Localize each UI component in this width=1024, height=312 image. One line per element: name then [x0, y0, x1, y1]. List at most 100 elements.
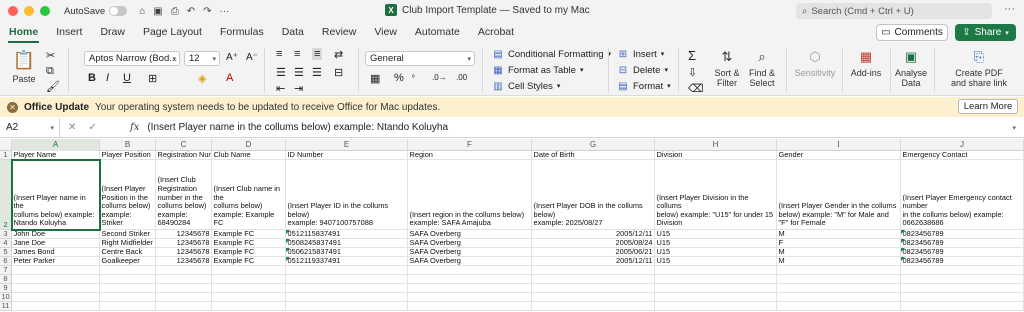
empty-cell[interactable] [408, 266, 532, 275]
decrease-font-icon[interactable]: A⁻ [246, 52, 258, 63]
font-name-select[interactable]: Aptos Narrow (Bod... ▾ [84, 51, 180, 66]
close-window-button[interactable] [8, 6, 18, 16]
empty-cell[interactable] [212, 293, 286, 302]
align-bottom-icon[interactable]: ≡ [312, 48, 323, 60]
column-header-a[interactable]: A [12, 139, 100, 151]
underline-button[interactable]: U [123, 72, 131, 84]
empty-cell[interactable] [777, 284, 901, 293]
empty-cell[interactable] [777, 275, 901, 284]
empty-cell[interactable] [12, 293, 100, 302]
data-cell[interactable]: 12345678 [156, 248, 212, 257]
data-cell[interactable]: Right Midfielder [100, 239, 156, 248]
empty-cell[interactable] [655, 284, 777, 293]
data-cell[interactable]: 2005/08/24 [532, 239, 655, 248]
sort-filter-button[interactable]: ⇅ Sort & Filter [712, 48, 742, 88]
data-cell[interactable]: Example FC [212, 248, 286, 257]
empty-cell[interactable] [901, 284, 1024, 293]
find-select-button[interactable]: ⌕ Find & Select [746, 48, 778, 88]
empty-cell[interactable] [901, 275, 1024, 284]
zoom-window-button[interactable] [40, 6, 50, 16]
align-top-icon[interactable]: ≡ [276, 48, 282, 60]
instruction-cell[interactable]: (Insert region in the collums below) exam… [408, 160, 532, 230]
data-cell[interactable]: U15 [655, 248, 777, 257]
cell-styles-button[interactable]: ▥ Cell Styles ▾ [492, 80, 560, 92]
align-left-icon[interactable]: ☰ [276, 66, 286, 79]
name-box[interactable]: A2 ▾ [0, 117, 60, 138]
data-cell[interactable]: Example FC [212, 239, 286, 248]
empty-cell[interactable] [156, 275, 212, 284]
empty-cell[interactable] [12, 302, 100, 311]
empty-cell[interactable] [655, 275, 777, 284]
empty-cell[interactable] [408, 284, 532, 293]
tab-automate[interactable]: Automate [406, 22, 469, 44]
undo-icon[interactable]: ↶ [187, 6, 195, 17]
instruction-cell[interactable]: (Insert Player Division in the collums be… [655, 160, 777, 230]
column-header-i[interactable]: I [777, 139, 901, 151]
empty-cell[interactable] [100, 266, 156, 275]
italic-button[interactable]: I [106, 72, 109, 84]
decrease-indent-icon[interactable]: ⇤ [276, 82, 285, 95]
instruction-cell[interactable]: (Insert Player Position in the collums bel… [100, 160, 156, 230]
empty-cell[interactable] [532, 293, 655, 302]
data-cell[interactable]: 0823456789 [901, 248, 1024, 257]
function-icon[interactable]: fx [130, 122, 139, 133]
column-header-c[interactable]: C [156, 139, 212, 151]
instruction-cell[interactable]: (Insert Club name in the collums below) ex… [212, 160, 286, 230]
data-cell[interactable]: M [777, 230, 901, 239]
empty-cell[interactable] [286, 284, 408, 293]
wrap-text-icon[interactable]: ⇄ [334, 48, 343, 61]
data-cell[interactable]: Jane Doe [12, 239, 100, 248]
share-button[interactable]: ⇪ Share ▾ [955, 24, 1016, 41]
format-cells-button[interactable]: ▤ Format ▾ [617, 80, 670, 92]
confirm-icon[interactable]: ✓ [88, 122, 96, 133]
cancel-icon[interactable]: ✕ [68, 122, 76, 133]
align-middle-icon[interactable]: ≡ [294, 48, 300, 60]
data-cell[interactable]: 12345678 [156, 257, 212, 266]
paste-button[interactable]: 📋 Paste [10, 48, 38, 84]
minimize-window-button[interactable] [24, 6, 34, 16]
empty-cell[interactable] [12, 284, 100, 293]
data-cell[interactable]: James Bond [12, 248, 100, 257]
empty-cell[interactable] [777, 266, 901, 275]
data-cell[interactable]: SAFA Overberg [408, 257, 532, 266]
data-cell[interactable]: 2005/06/21 [532, 248, 655, 257]
column-header-e[interactable]: E [286, 139, 408, 151]
percent-icon[interactable]: % [394, 72, 404, 84]
instruction-cell[interactable]: (Insert Club Registration number in the col… [156, 160, 212, 230]
row-header-11[interactable]: 11 [0, 301, 12, 311]
tab-home[interactable]: Home [0, 22, 47, 44]
number-format-select[interactable]: General ▾ [365, 51, 475, 66]
tab-data[interactable]: Data [273, 22, 313, 44]
empty-cell[interactable] [100, 302, 156, 311]
sensitivity-button[interactable]: ⬡ Sensitivity [794, 48, 836, 78]
empty-cell[interactable] [100, 275, 156, 284]
align-center-icon[interactable]: ☰ [294, 66, 304, 79]
column-header-b[interactable]: B [100, 139, 156, 151]
fill-icon[interactable]: ⇩ [688, 66, 697, 79]
empty-cell[interactable] [12, 275, 100, 284]
row-header-2[interactable]: 2 [0, 160, 12, 230]
empty-cell[interactable] [156, 293, 212, 302]
expand-formula-icon[interactable]: ▾ [1012, 124, 1016, 132]
data-cell[interactable]: John Doe [12, 230, 100, 239]
tab-page-layout[interactable]: Page Layout [134, 22, 211, 44]
row-header-1[interactable]: 1 [0, 150, 12, 160]
data-cell[interactable]: 12345678 [156, 239, 212, 248]
tab-view[interactable]: View [365, 22, 406, 44]
data-cell[interactable]: U15 [655, 239, 777, 248]
instruction-cell[interactable]: (Insert Player Emergency contact number i… [901, 160, 1024, 230]
cut-icon[interactable]: ✂ [46, 49, 55, 62]
empty-cell[interactable] [777, 302, 901, 311]
empty-cell[interactable] [901, 293, 1024, 302]
data-cell[interactable]: SAFA Overberg [408, 248, 532, 257]
more-options-icon[interactable]: ··· [1004, 3, 1015, 15]
tab-acrobat[interactable]: Acrobat [469, 22, 523, 44]
bold-button[interactable]: B [88, 72, 96, 84]
data-cell[interactable]: 2005/12/11 [532, 257, 655, 266]
header-cell[interactable]: Date of Birth [532, 151, 655, 160]
analyse-data-button[interactable]: ▣ Analyse Data [894, 48, 928, 88]
empty-cell[interactable] [408, 275, 532, 284]
empty-cell[interactable] [100, 284, 156, 293]
search-input[interactable]: ⌕ Search (Cmd + Ctrl + U) [796, 3, 992, 19]
decrease-decimal-icon[interactable]: .00 [456, 73, 467, 82]
